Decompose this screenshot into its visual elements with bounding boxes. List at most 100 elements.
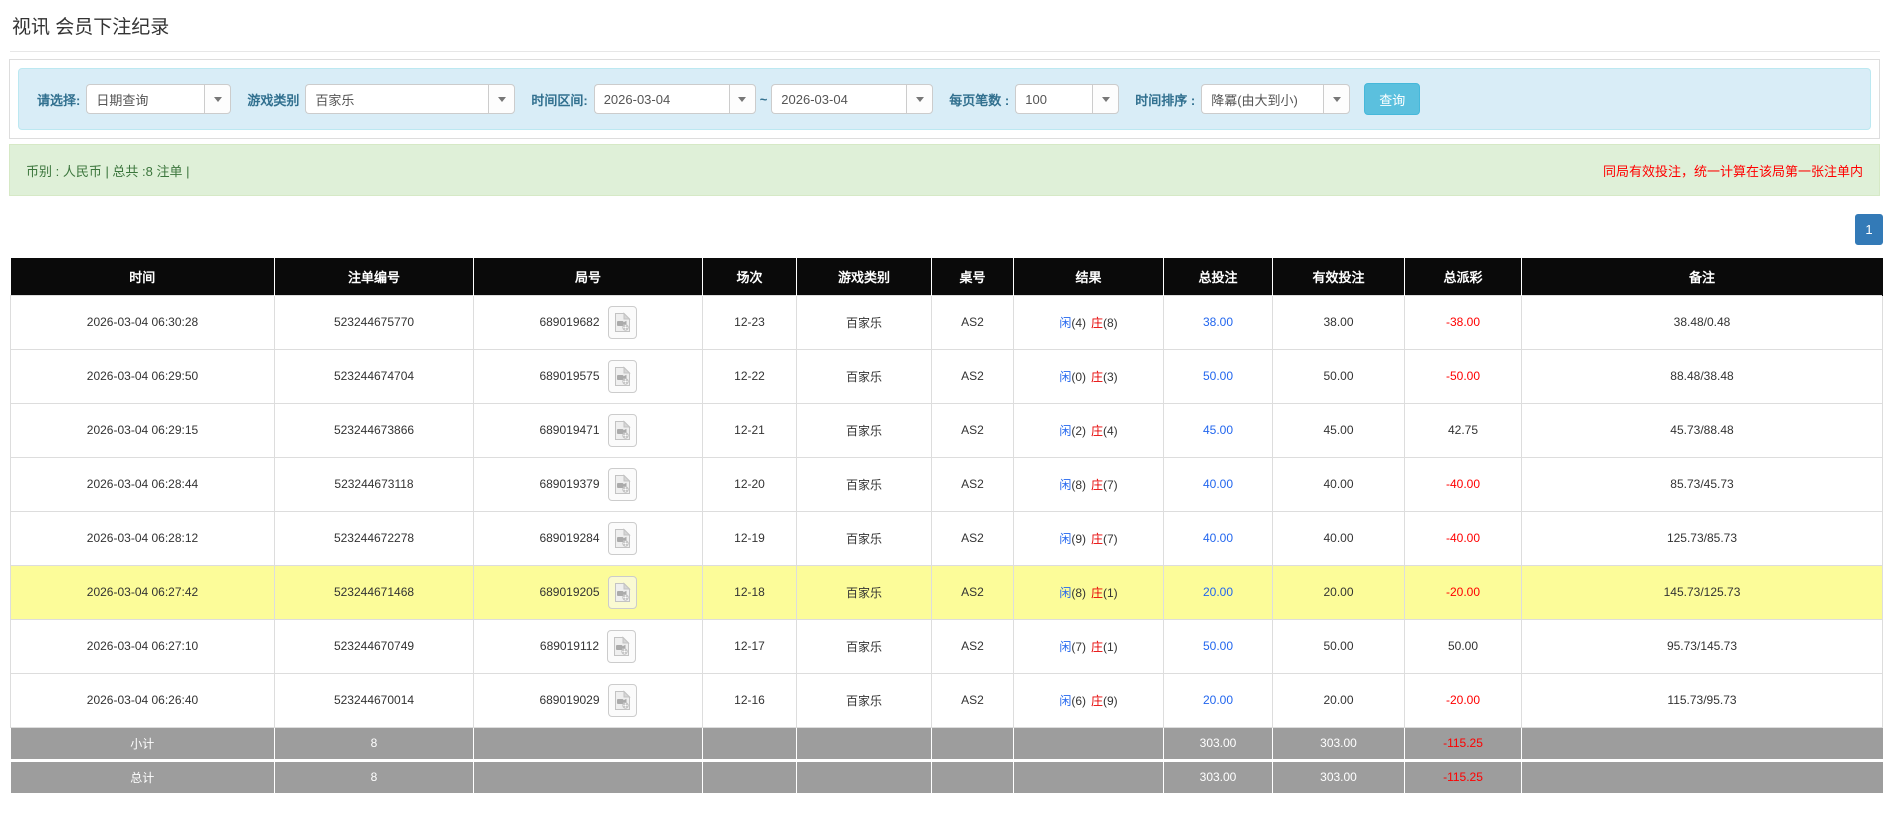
bet-record-row[interactable]: 2026-03-04 06:26:40 523244670014 6890190…	[10, 672, 1883, 728]
view-video-button[interactable]	[607, 413, 637, 447]
date-to-dropdown-button[interactable]	[906, 84, 934, 114]
round-number: 689019575	[539, 369, 600, 383]
empty-cell	[1521, 727, 1883, 760]
date-from-picker[interactable]	[593, 84, 756, 114]
bet-record-row[interactable]: 2026-03-04 06:30:28 523244675770 6890196…	[10, 294, 1883, 350]
view-video-button[interactable]	[607, 359, 637, 393]
total-bet-link[interactable]: 20.00	[1163, 564, 1273, 620]
total-valid-bet: 303.00	[1272, 758, 1405, 793]
round-cell: 689019284	[473, 510, 703, 566]
result-cell: 闲(2) 庄(4)	[1013, 402, 1164, 458]
empty-cell	[1013, 727, 1164, 760]
bet-id-cell: 523244670749	[274, 618, 474, 674]
total-bet-link[interactable]: 45.00	[1163, 402, 1273, 458]
total-count: 8	[274, 758, 474, 793]
empty-cell	[796, 727, 932, 760]
page-title: 视讯 会员下注纪录	[12, 17, 170, 38]
game-type-label: 游戏类别	[247, 92, 300, 108]
player-result: 闲(9)	[1059, 531, 1086, 546]
date-from-dropdown-button[interactable]	[728, 84, 756, 114]
player-result: 闲(2)	[1059, 423, 1086, 438]
query-type-label: 请选择:	[37, 92, 81, 108]
game-type-cell: 百家乐	[796, 294, 932, 350]
view-video-button[interactable]	[607, 305, 637, 339]
view-video-button[interactable]	[607, 521, 637, 555]
caret-down-icon	[1332, 96, 1341, 102]
game-type-input[interactable]	[305, 84, 489, 114]
total-bet-link[interactable]: 20.00	[1163, 672, 1273, 728]
pagination: 1	[9, 214, 1883, 246]
page-size-select[interactable]	[1015, 84, 1120, 114]
pagination-page-1-button[interactable]: 1	[1855, 214, 1883, 245]
view-video-button[interactable]	[607, 683, 637, 717]
bet-id-cell: 523244673118	[274, 456, 474, 512]
sort-order-select[interactable]	[1201, 84, 1351, 114]
total-bet-link[interactable]: 38.00	[1163, 294, 1273, 350]
video-record-icon	[614, 527, 631, 548]
round-number: 689019471	[539, 423, 600, 437]
player-result: 闲(0)	[1059, 369, 1086, 384]
date-to-input[interactable]	[771, 84, 907, 114]
table-number-cell: AS2	[931, 672, 1014, 728]
payout-cell: -40.00	[1404, 510, 1522, 566]
table-number-cell: AS2	[931, 348, 1014, 404]
bet-id-cell: 523244670014	[274, 672, 474, 728]
empty-cell	[702, 727, 797, 760]
round-number: 689019379	[539, 477, 600, 491]
game-type-dropdown-button[interactable]	[488, 84, 516, 114]
col-header-bet-id: 注单编号	[274, 258, 474, 295]
table-body: 2026-03-04 06:30:28 523244675770 6890196…	[10, 294, 1883, 728]
sort-order-label: 时间排序 :	[1135, 92, 1196, 108]
view-video-button[interactable]	[607, 575, 637, 609]
total-bet-link[interactable]: 40.00	[1163, 456, 1273, 512]
subtotal-label: 小计	[10, 727, 275, 760]
bet-record-row[interactable]: 2026-03-04 06:27:10 523244670749 6890191…	[10, 618, 1883, 674]
remark-cell: 38.48/0.48	[1521, 294, 1883, 350]
sort-order-input[interactable]	[1201, 84, 1324, 114]
bet-id-cell: 523244673866	[274, 402, 474, 458]
table-number-cell: AS2	[931, 294, 1014, 350]
player-result: 闲(6)	[1059, 693, 1086, 708]
bet-record-row[interactable]: 2026-03-04 06:27:42 523244671468 6890192…	[10, 564, 1883, 620]
bet-record-row[interactable]: 2026-03-04 06:29:15 523244673866 6890194…	[10, 402, 1883, 458]
bet-record-row[interactable]: 2026-03-04 06:28:44 523244673118 6890193…	[10, 456, 1883, 512]
page-size-dropdown-button[interactable]	[1092, 84, 1120, 114]
game-type-cell: 百家乐	[796, 456, 932, 512]
banker-result: 庄(8)	[1091, 315, 1118, 330]
bet-record-row[interactable]: 2026-03-04 06:29:50 523244674704 6890195…	[10, 348, 1883, 404]
player-result: 闲(8)	[1059, 585, 1086, 600]
total-bet-link[interactable]: 40.00	[1163, 510, 1273, 566]
query-type-select[interactable]	[86, 84, 232, 114]
video-record-icon	[614, 311, 631, 332]
subtotal-row: 小计 8 303.00 303.00 -115.25	[10, 727, 1883, 760]
subtotal-count: 8	[274, 727, 474, 760]
round-number: 689019682	[539, 315, 600, 329]
total-bet-link[interactable]: 50.00	[1163, 348, 1273, 404]
result-cell: 闲(0) 庄(3)	[1013, 348, 1164, 404]
session-cell: 12-20	[702, 456, 797, 512]
date-from-input[interactable]	[593, 84, 729, 114]
payout-cell: -40.00	[1404, 456, 1522, 512]
date-to-picker[interactable]	[771, 84, 934, 114]
bet-record-row[interactable]: 2026-03-04 06:28:12 523244672278 6890192…	[10, 510, 1883, 566]
query-type-dropdown-button[interactable]	[204, 84, 232, 114]
search-button[interactable]: 查询	[1364, 83, 1421, 115]
page-size-input[interactable]	[1015, 84, 1093, 114]
game-type-select[interactable]	[305, 84, 516, 114]
caret-down-icon	[915, 96, 924, 102]
time-cell: 2026-03-04 06:26:40	[10, 672, 275, 728]
result-cell: 闲(7) 庄(1)	[1013, 618, 1164, 674]
page-size-label: 每页笔数 :	[949, 92, 1010, 108]
empty-cell	[931, 727, 1014, 760]
round-cell: 689019471	[473, 402, 703, 458]
sort-order-dropdown-button[interactable]	[1323, 84, 1351, 114]
filter-bar: 请选择: 游戏类别 时间区间: ~ 每页笔数 : 时间排序 :	[18, 68, 1871, 130]
total-bet-link[interactable]: 50.00	[1163, 618, 1273, 674]
view-video-button[interactable]	[607, 629, 637, 663]
remark-cell: 95.73/145.73	[1521, 618, 1883, 674]
subtotal-total-bet: 303.00	[1163, 727, 1273, 760]
video-record-icon	[614, 473, 631, 494]
query-type-input[interactable]	[86, 84, 205, 114]
total-total-bet: 303.00	[1163, 758, 1273, 793]
view-video-button[interactable]	[607, 467, 637, 501]
